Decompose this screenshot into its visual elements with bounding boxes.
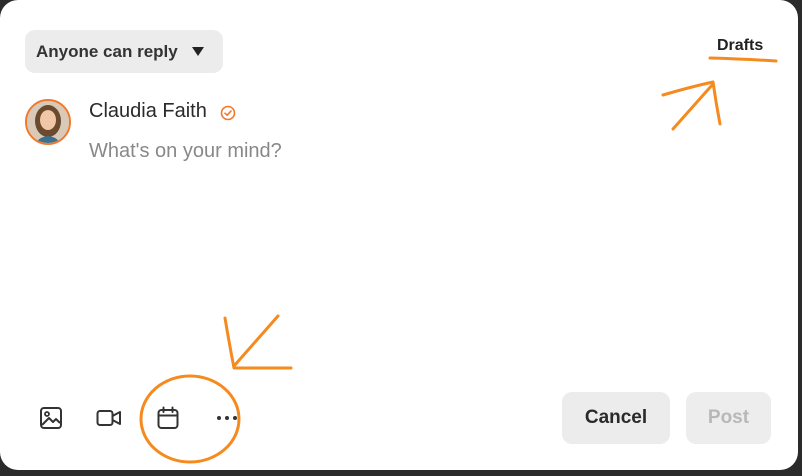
more-options-button[interactable] — [207, 398, 247, 438]
avatar-portrait-icon — [27, 101, 69, 143]
schedule-post-button[interactable] — [148, 398, 188, 438]
caret-down-icon — [191, 47, 204, 56]
post-text-input[interactable] — [89, 136, 689, 166]
cancel-button[interactable]: Cancel — [562, 392, 670, 444]
image-icon — [40, 407, 62, 429]
avatar — [25, 99, 71, 145]
compose-post-modal: Anyone can reply Drafts Claudia Faith Wh… — [0, 0, 798, 470]
post-button[interactable]: Post — [686, 392, 771, 444]
reply-setting-label: Anyone can reply — [36, 41, 178, 61]
more-dots-icon — [217, 416, 237, 420]
add-image-button[interactable] — [31, 398, 71, 438]
reply-setting-dropdown[interactable]: Anyone can reply — [25, 30, 223, 73]
add-video-button[interactable] — [89, 398, 129, 438]
calendar-icon — [157, 406, 179, 429]
video-camera-icon — [96, 410, 121, 426]
user-name: Claudia Faith — [89, 100, 207, 122]
verified-badge-icon — [220, 105, 236, 121]
drafts-link[interactable]: Drafts — [717, 37, 763, 55]
